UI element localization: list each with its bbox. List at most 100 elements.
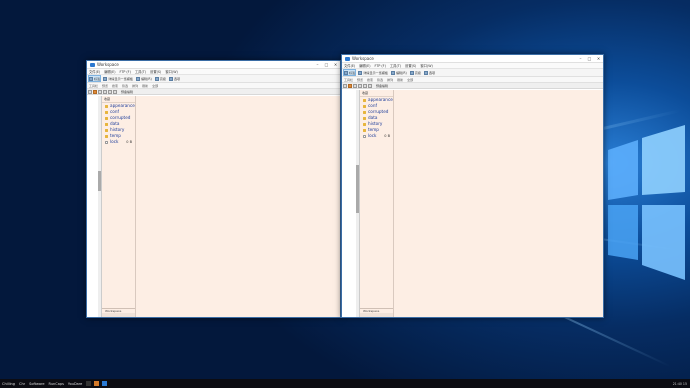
tab-icon [89, 76, 93, 81]
scrollbar-thumb[interactable] [98, 171, 101, 191]
menu-item[interactable]: 编辑(E) [359, 63, 370, 68]
tool-strip: 预备编辑 [87, 89, 340, 95]
window-body: 收藏 appearance conf corrupted data histor… [342, 90, 603, 317]
explorer-window-1[interactable]: Workspace – □ ✕ 文件(E) 编辑(E) FTP (F) 工具(T… [86, 60, 341, 318]
scrollbar-thumb[interactable] [356, 165, 359, 213]
folder-icon [105, 122, 108, 126]
options-icon [168, 76, 173, 81]
file-manager-icon[interactable] [94, 381, 100, 386]
minimize-button[interactable]: – [576, 56, 585, 61]
toolstrip-label: 预备编辑 [121, 89, 134, 94]
window-title: Workspace [352, 56, 374, 61]
refresh-icon[interactable] [108, 89, 112, 94]
taskbar-item[interactable]: RunCaps [49, 382, 64, 386]
layout-icon [103, 76, 108, 81]
forward-icon[interactable] [98, 89, 102, 94]
toolbar-item[interactable]: 排列 [132, 84, 138, 88]
menu-item[interactable]: 编辑(E) [104, 69, 115, 74]
preview-pane[interactable] [136, 96, 340, 317]
app-icon[interactable] [86, 381, 92, 386]
taskbar-item[interactable]: YouDare [68, 382, 82, 386]
preview-pane[interactable] [394, 90, 603, 317]
folder-icon [105, 134, 108, 138]
taskbar-item[interactable]: Chilling [2, 382, 15, 386]
maximize-button[interactable]: □ [322, 62, 331, 67]
menu-item[interactable]: 设置(S) [405, 63, 416, 68]
scrollbar[interactable] [356, 90, 359, 317]
forward-icon[interactable] [353, 83, 357, 88]
menu-item[interactable]: FTP (F) [120, 70, 131, 74]
back-icon[interactable] [343, 83, 347, 88]
view-icon[interactable] [368, 83, 372, 88]
status-bar [360, 313, 393, 317]
toolbar-item[interactable]: 搜索 [367, 78, 373, 82]
folder-icon [105, 104, 108, 108]
tab-icon [344, 70, 348, 75]
back-icon[interactable] [88, 89, 92, 94]
folder-icon [105, 128, 108, 132]
browser-icon[interactable] [102, 381, 108, 386]
menu-item[interactable]: 文件(E) [89, 69, 100, 74]
toolbar-item[interactable]: 全部 [407, 78, 413, 82]
ribbon-edit-button[interactable]: 编辑(R) [390, 70, 407, 75]
taskbar-item[interactable]: Chr [19, 382, 25, 386]
refresh-icon[interactable] [363, 83, 367, 88]
toolbar-item[interactable]: 筛选 [122, 84, 128, 88]
explorer-window-2[interactable]: Workspace – □ ✕ 文件(E) 编辑(E) FTP (F) 工具(T… [341, 54, 604, 318]
menu-item[interactable]: 工具(T) [135, 69, 146, 74]
menu-item[interactable]: 设置(S) [150, 69, 161, 74]
title-bar[interactable]: Workspace – □ ✕ [342, 55, 603, 63]
ribbon-tab-button[interactable]: 标签 [87, 75, 102, 82]
scrollbar[interactable] [98, 96, 101, 317]
ribbon-options-button[interactable]: 选项 [423, 70, 435, 75]
tool-strip: 预备编辑 [342, 83, 603, 89]
ribbon-advanced-button[interactable]: 高级 [154, 76, 166, 81]
up-icon[interactable] [103, 89, 107, 94]
file-list-panel: 收藏 appearance conf corrupted data histor… [102, 96, 136, 317]
toolbar-item[interactable]: 全部 [152, 84, 158, 88]
close-button[interactable]: ✕ [331, 62, 340, 67]
up-icon[interactable] [358, 83, 362, 88]
folder-icon[interactable] [93, 89, 97, 94]
ribbon-options-button[interactable]: 选项 [168, 76, 180, 81]
folder-icon [105, 110, 108, 114]
taskbar-item[interactable]: Software [29, 382, 44, 386]
menu-item[interactable]: 文件(E) [344, 63, 355, 68]
toolbar-item[interactable]: 筛选 [377, 78, 383, 82]
title-bar[interactable]: Workspace – □ ✕ [87, 61, 340, 69]
app-icon [345, 56, 350, 61]
toolbar-item[interactable]: 排列 [387, 78, 393, 82]
view-icon[interactable] [113, 89, 117, 94]
ribbon-advanced-button[interactable]: 高级 [409, 70, 421, 75]
layout-icon [358, 70, 363, 75]
toolbar-item[interactable]: 工具栏 [344, 78, 353, 82]
folder-icon [363, 128, 366, 132]
edit-icon [390, 70, 395, 75]
ribbon-layout-button[interactable]: 详情显示一览模板 [358, 70, 388, 75]
toolbar-item[interactable]: 预览 [357, 78, 363, 82]
toolbar-item[interactable]: 刷新 [397, 78, 403, 82]
folder-tree-panel[interactable] [342, 90, 360, 317]
menu-item[interactable]: 窗口(W) [420, 63, 432, 68]
folder-icon[interactable] [348, 83, 352, 88]
clock[interactable]: 21:40 15 [673, 382, 687, 386]
toolbar-item[interactable]: 搜索 [112, 84, 118, 88]
file-item-lock[interactable]: lock 0 B [102, 139, 135, 145]
menu-item[interactable]: FTP (F) [375, 64, 386, 68]
ribbon-tab-button[interactable]: 标签 [342, 69, 357, 76]
close-button[interactable]: ✕ [594, 56, 603, 61]
folder-icon [363, 122, 366, 126]
options-icon [423, 70, 428, 75]
file-item-lock[interactable]: lock 0 B [360, 133, 393, 139]
toolbar-item[interactable]: 预览 [102, 84, 108, 88]
toolbar-item[interactable]: 工具栏 [89, 84, 98, 88]
ribbon-layout-button[interactable]: 详情显示一览模板 [103, 76, 133, 81]
toolbar-item[interactable]: 刷新 [142, 84, 148, 88]
window-title: Workspace [97, 62, 119, 67]
minimize-button[interactable]: – [313, 62, 322, 67]
menu-item[interactable]: 窗口(W) [165, 69, 177, 74]
maximize-button[interactable]: □ [585, 56, 594, 61]
ribbon-edit-button[interactable]: 编辑(R) [135, 76, 152, 81]
folder-tree-panel[interactable] [87, 96, 102, 317]
menu-item[interactable]: 工具(T) [390, 63, 401, 68]
